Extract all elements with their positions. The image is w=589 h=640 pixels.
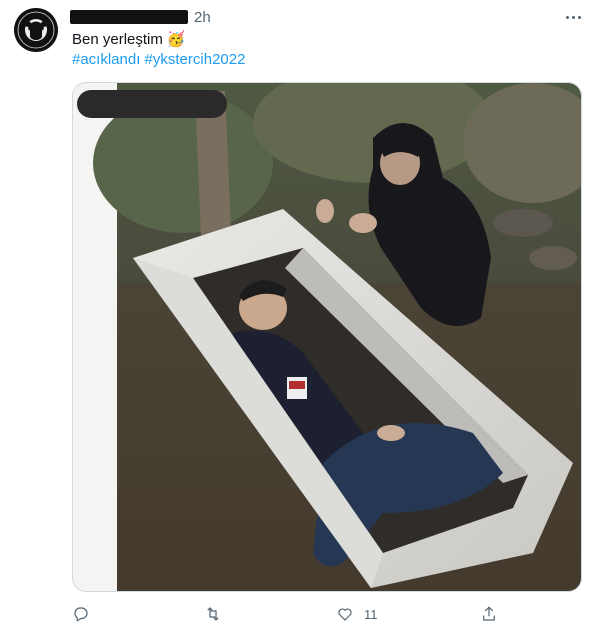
like-button[interactable]: 11: [336, 602, 378, 626]
tweet-header: 2h: [70, 7, 211, 27]
reply-icon: [74, 607, 88, 622]
redacted-display-name: [70, 10, 188, 24]
tweet-actions: 11: [72, 602, 572, 626]
photo-image: [73, 83, 581, 591]
redacted-overlay: [77, 90, 227, 118]
share-icon: [483, 606, 495, 621]
retweet-button[interactable]: [204, 602, 222, 626]
tweet-photo[interactable]: [72, 82, 582, 592]
tweet-timestamp[interactable]: 2h: [194, 9, 211, 26]
heart-icon: [338, 608, 352, 621]
university-logo-icon: [14, 8, 58, 52]
share-button[interactable]: [480, 602, 498, 626]
party-face-emoji: 🥳: [166, 31, 186, 48]
more-options-icon[interactable]: [562, 8, 584, 26]
tweet-hashtags[interactable]: #acıklandı #ykstercih2022: [72, 50, 245, 70]
tweet-body: Ben yerleştim 🥳 #acıklandı #ykstercih202…: [72, 30, 245, 70]
like-count: 11: [364, 606, 378, 622]
tweet-text: Ben yerleştim: [72, 31, 163, 48]
avatar[interactable]: [14, 8, 58, 52]
reply-button[interactable]: [72, 602, 90, 626]
retweet-icon: [207, 607, 219, 621]
